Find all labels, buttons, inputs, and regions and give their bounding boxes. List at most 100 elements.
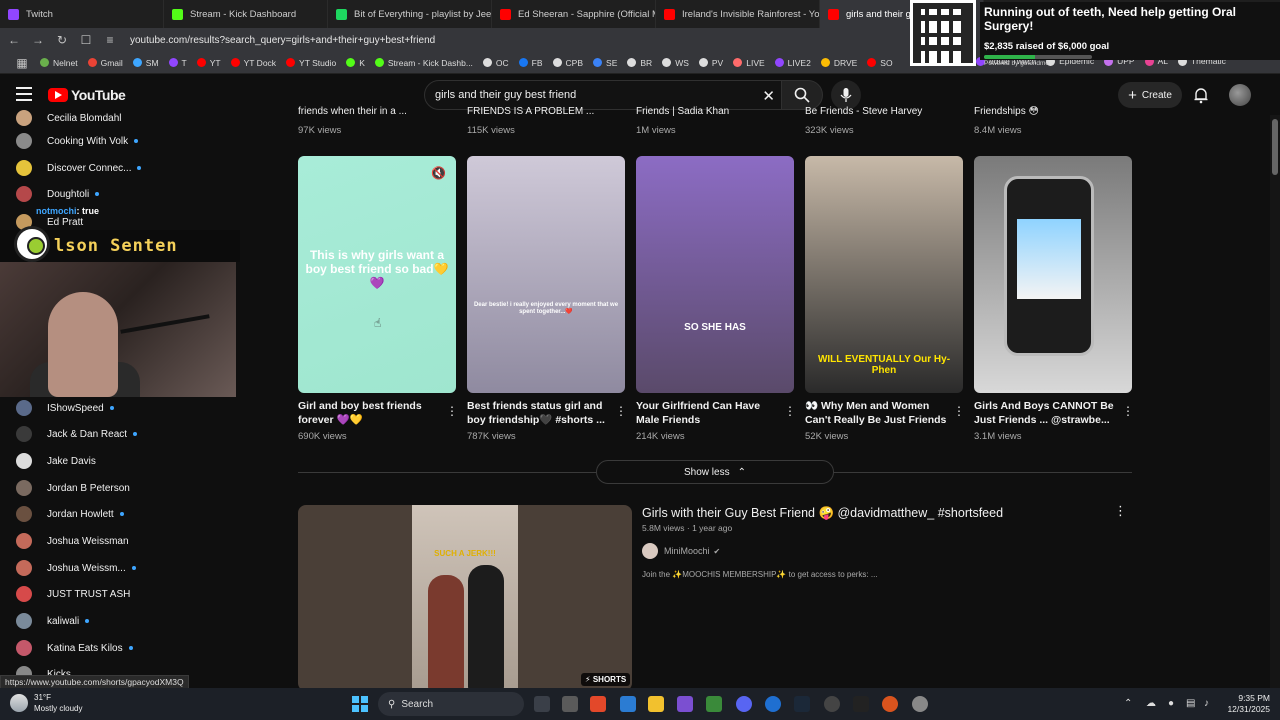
bookmark-item[interactable]: Nelnet — [40, 58, 78, 68]
bookmark-icon[interactable]: ☐ — [76, 33, 96, 47]
bookmark-item[interactable]: SO — [867, 58, 893, 68]
widgets-icon[interactable] — [562, 696, 578, 712]
more-options-icon[interactable]: ⋮ — [953, 404, 965, 418]
sidebar-channel-item[interactable]: Cooking With Volk — [0, 128, 240, 154]
nvidia-icon[interactable] — [706, 696, 722, 712]
apps-grid-icon[interactable]: ▦ — [12, 56, 32, 70]
browser-tab[interactable]: Bit of Everything - playlist by Jeep W — [328, 0, 492, 28]
short-card[interactable]: WILL EVENTUALLY Our Hy-Phen 👀 Why Men and… — [805, 156, 965, 442]
app-icon-blue[interactable] — [765, 696, 781, 712]
bookmark-item[interactable]: PV — [698, 58, 723, 68]
notepad-icon[interactable] — [620, 696, 636, 712]
short-card-previous[interactable]: friends when their in a ... 97K views — [298, 106, 458, 136]
sidebar-channel-item[interactable]: Jake Davis — [0, 448, 240, 474]
forward-arrow-icon[interactable]: → — [28, 33, 48, 47]
short-thumbnail[interactable] — [974, 156, 1132, 393]
scrollbar-thumb[interactable] — [1272, 119, 1278, 175]
obs-icon[interactable] — [824, 696, 840, 712]
menu-icon[interactable] — [16, 87, 32, 101]
discord-icon[interactable] — [736, 696, 752, 712]
address-bar[interactable]: youtube.com/results?search_query=girls+a… — [130, 35, 435, 46]
notifications-button[interactable] — [1192, 86, 1210, 104]
short-thumbnail[interactable]: SO SHE HAS — [636, 156, 794, 393]
weather-widget[interactable]: 31°F Mostly cloudy — [10, 692, 82, 714]
short-card[interactable]: SO SHE HAS Your Girlfriend Can Have Male … — [636, 156, 796, 442]
bookmark-item[interactable]: BR — [627, 58, 652, 68]
cloud-sync-icon[interactable]: ☁ — [1146, 698, 1156, 709]
tray-chevron-icon[interactable]: ⌃ — [1124, 698, 1132, 709]
short-card[interactable]: 🔇 ☝ This is why girls want a boy best frie… — [298, 156, 458, 442]
show-less-button[interactable]: Show less ⌃ — [596, 460, 834, 484]
site-settings-icon[interactable]: ≡ — [100, 33, 120, 47]
sidebar-channel-item[interactable]: Discover Connec... — [0, 155, 240, 181]
sidebar-channel-item[interactable]: Jack & Dan React — [0, 421, 240, 447]
short-thumbnail[interactable]: WILL EVENTUALLY Our Hy-Phen — [805, 156, 963, 393]
bookmark-item[interactable]: YT Studio — [286, 58, 336, 68]
bookmark-item[interactable]: FB — [518, 58, 543, 68]
bookmark-item[interactable]: K — [346, 58, 365, 68]
back-arrow-icon[interactable]: ← — [4, 33, 24, 47]
brave-browser-icon[interactable] — [590, 696, 606, 712]
bookmark-item[interactable]: T — [168, 58, 187, 68]
short-title[interactable]: 👀 Why Men and Women Can't Really Be Just… — [805, 399, 963, 427]
bookmark-item[interactable]: OC — [482, 58, 509, 68]
account-avatar[interactable] — [1229, 84, 1251, 106]
short-title[interactable]: Your Girlfriend Can Have Male Friends — [636, 399, 794, 427]
sidebar-channel-item[interactable]: Katina Eats Kilos — [0, 635, 240, 661]
more-options-icon[interactable]: ⋮ — [615, 404, 627, 418]
bookmark-item[interactable]: LIVE2 — [774, 58, 811, 68]
sidebar-channel-item[interactable]: IShowSpeed — [0, 395, 240, 421]
app-icon-grey[interactable] — [912, 696, 928, 712]
short-thumbnail[interactable]: Dear bestie! i really enjoyed every mome… — [467, 156, 625, 393]
taskbar-clock[interactable]: 9:35 PM 12/31/2025 — [1222, 693, 1270, 715]
short-title[interactable]: Girl and boy best friends forever 💜💛 — [298, 399, 456, 427]
sidebar-channel-item[interactable]: Jordan Howlett — [0, 501, 240, 527]
bookmark-item[interactable]: CPB — [552, 58, 583, 68]
clear-search-icon[interactable]: ✕ — [762, 87, 775, 105]
channel-link[interactable]: MiniMoochi ✔ — [642, 543, 720, 559]
video-thumbnail[interactable]: SUCH A JERK!!! ⚡ SHORTS — [298, 505, 632, 691]
short-card[interactable]: Girls And Boys CANNOT Be Just Friends ..… — [974, 156, 1134, 442]
app-icon-dark[interactable] — [853, 696, 869, 712]
taskbar-search[interactable]: ⚲ Search — [378, 692, 524, 716]
windows-start-icon[interactable] — [352, 696, 368, 712]
bookmark-item[interactable]: Stream - Kick Dashb... — [374, 58, 473, 68]
file-explorer-icon[interactable] — [648, 696, 664, 712]
short-thumbnail[interactable]: 🔇 ☝ This is why girls want a boy best frie… — [298, 156, 456, 393]
bookmark-item[interactable]: YT Dock — [230, 58, 276, 68]
volume-icon[interactable]: ♪ — [1204, 698, 1209, 709]
network-icon[interactable]: ▤ — [1186, 698, 1195, 709]
short-card-previous[interactable]: FRIENDS IS A PROBLEM ... 115K views — [467, 106, 627, 136]
short-card-previous[interactable]: Friends | Sadia Khan 1M views — [636, 106, 796, 136]
short-card-previous[interactable]: Be Friends - Steve Harvey 323K views — [805, 106, 965, 136]
sidebar-channel-item[interactable]: JUST TRUST ASH — [0, 581, 240, 607]
page-scrollbar[interactable] — [1270, 115, 1280, 688]
bookmark-item[interactable]: YT — [196, 58, 221, 68]
bookmark-item[interactable]: LIVE — [733, 58, 765, 68]
app-icon-purple[interactable] — [677, 696, 693, 712]
microphone-tray-icon[interactable]: ● — [1168, 698, 1174, 709]
more-options-icon[interactable]: ⋮ — [784, 404, 796, 418]
browser-tab[interactable]: Ireland's Invisible Rainforest - YouTu — [656, 0, 820, 28]
sidebar-channel-item[interactable]: Joshua Weissman — [0, 528, 240, 554]
short-title[interactable]: Girls And Boys CANNOT Be Just Friends ..… — [974, 399, 1132, 427]
mute-icon[interactable]: 🔇 — [431, 166, 446, 180]
sidebar-channel-item[interactable]: Joshua Weissm... — [0, 555, 240, 581]
task-view-icon[interactable] — [534, 696, 550, 712]
app-icon-orange[interactable] — [882, 696, 898, 712]
sidebar-channel-item[interactable]: kaliwali — [0, 608, 240, 634]
short-title[interactable]: Best friends status girl and boy friends… — [467, 399, 625, 427]
short-card-previous[interactable]: Friendships 😳 8.4M views — [974, 106, 1134, 136]
video-more-options-icon[interactable]: ⋮ — [1114, 503, 1127, 519]
bookmark-item[interactable]: Gmail — [87, 58, 123, 68]
bookmark-item[interactable]: SM — [132, 58, 159, 68]
sidebar-channel-item[interactable]: Doughtoli — [0, 181, 240, 207]
browser-tab[interactable]: Twitch — [0, 0, 164, 28]
reload-icon[interactable]: ↻ — [52, 33, 72, 47]
browser-tab[interactable]: Stream - Kick Dashboard — [164, 0, 328, 28]
video-title[interactable]: Girls with their Guy Best Friend 🤪 @davi… — [642, 506, 1003, 521]
sidebar-channel-item[interactable]: Jordan B Peterson — [0, 475, 240, 501]
youtube-logo[interactable]: YouTube — [48, 87, 126, 103]
bookmark-item[interactable]: DRVE — [820, 58, 857, 68]
bookmark-item[interactable]: WS — [662, 58, 689, 68]
